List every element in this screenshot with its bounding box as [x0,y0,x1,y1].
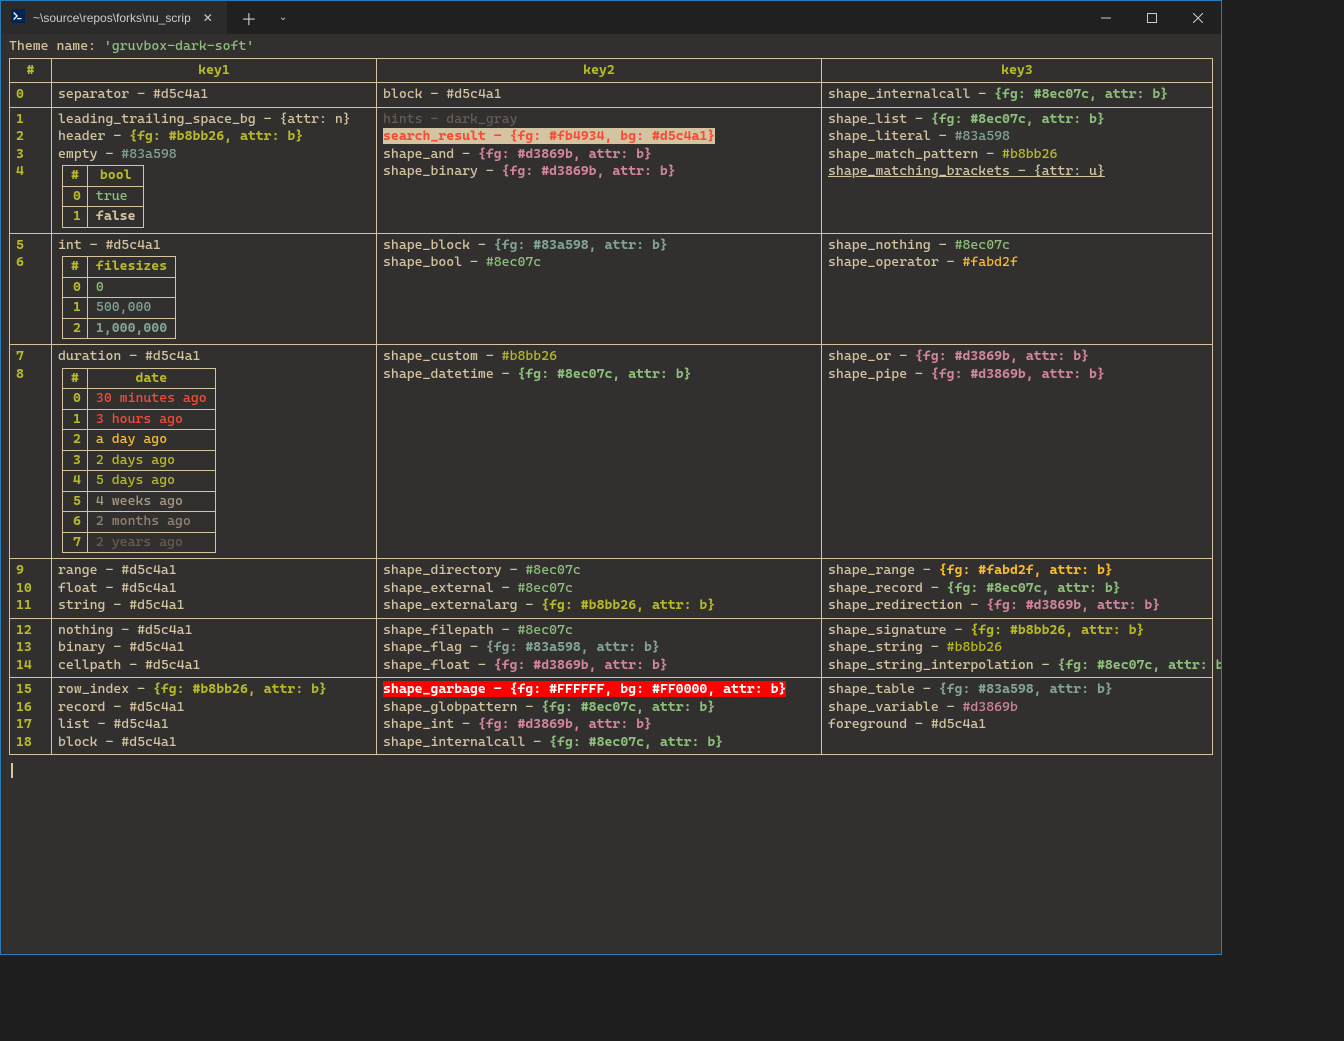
window-controls [1083,1,1221,34]
table-row: 0separator - #d5c4a1block - #d5c4a1shape… [10,83,1213,108]
table-row: 1500,000 [63,298,176,319]
bool-subtable: #bool0true1false [62,165,144,228]
cell-k2: shape_block - {fg: #83a598, attr: b}shap… [377,233,822,345]
cell-k3: shape_table - {fg: #83a598, attr: b}shap… [822,678,1213,755]
table-row: 030 minutes ago [63,389,216,410]
row-index: 15161718 [10,678,52,755]
powershell-icon [11,9,25,26]
close-button[interactable] [1175,1,1221,34]
header-key1: key1 [52,58,377,83]
cell-k3: shape_range - {fg: #fabd2f, attr: b}shap… [822,559,1213,619]
table-row: 56int - #d5c4a1#filesizes001500,00021,00… [10,233,1213,345]
table-row: 32 days ago [63,450,216,471]
table-row: 0true [63,186,144,207]
tab-dropdown-button[interactable]: ⌄ [271,12,295,23]
cell-k3: shape_or - {fg: #d3869b, attr: b}shape_p… [822,345,1213,559]
table-row: 2a day ago [63,430,216,451]
row-index: 121314 [10,618,52,678]
cell-k1: separator - #d5c4a1 [52,83,377,108]
header-key3: key3 [822,58,1213,83]
tab-close-button[interactable]: ✕ [199,9,217,27]
new-tab-button[interactable]: ＋ [227,6,271,30]
cell-k1: int - #d5c4a1#filesizes001500,00021,000,… [52,233,377,345]
cell-k2: shape_directory - #8ec07cshape_external … [377,559,822,619]
terminal-tab[interactable]: ~\source\repos\forks\nu_scrip ✕ [1,1,227,34]
theme-table: # key1 key2 key3 0separator - #d5c4a1blo… [9,58,1213,756]
table-row: 00 [63,277,176,298]
cell-k1: duration - #d5c4a1#date030 minutes ago13… [52,345,377,559]
table-row: 1false [63,207,144,228]
cell-k3: shape_list - {fg: #8ec07c, attr: b}shape… [822,107,1213,233]
filesize-subtable: #filesizes001500,00021,000,000 [62,256,176,339]
cell-k2: shape_custom - #b8bb26shape_datetime - {… [377,345,822,559]
theme-value: 'gruvbox-dark-soft' [104,38,254,54]
table-row: 121314nothing - #d5c4a1binary - #d5c4a1c… [10,618,1213,678]
cell-k1: leading_trailing_space_bg - {attr: n}hea… [52,107,377,233]
cell-k3: shape_signature - {fg: #b8bb26, attr: b}… [822,618,1213,678]
row-index: 0 [10,83,52,108]
row-index: 78 [10,345,52,559]
cell-k2: shape_garbage - {fg: #FFFFFF, bg: #FF000… [377,678,822,755]
cell-k2: hints - dark_graysearch_result - {fg: #f… [377,107,822,233]
cell-k2: shape_filepath - #8ec07cshape_flag - {fg… [377,618,822,678]
cell-k1: row_index - {fg: #b8bb26, attr: b}record… [52,678,377,755]
table-row: 78duration - #d5c4a1#date030 minutes ago… [10,345,1213,559]
table-row: 1234leading_trailing_space_bg - {attr: n… [10,107,1213,233]
maximize-button[interactable] [1129,1,1175,34]
cell-k1: range - #d5c4a1float - #d5c4a1string - #… [52,559,377,619]
minimize-button[interactable] [1083,1,1129,34]
table-row: 54 weeks ago [63,491,216,512]
table-row: 91011range - #d5c4a1float - #d5c4a1strin… [10,559,1213,619]
row-index: 56 [10,233,52,345]
theme-label: Theme name: [9,38,104,54]
cell-k1: nothing - #d5c4a1binary - #d5c4a1cellpat… [52,618,377,678]
terminal-cursor [9,755,1213,784]
row-index: 1234 [10,107,52,233]
cell-k3: shape_internalcall - {fg: #8ec07c, attr:… [822,83,1213,108]
titlebar: ~\source\repos\forks\nu_scrip ✕ ＋ ⌄ [1,1,1221,34]
theme-name-line: Theme name: 'gruvbox-dark-soft' [9,38,1213,56]
cell-k2: block - #d5c4a1 [377,83,822,108]
table-row: 72 years ago [63,532,216,553]
terminal-output[interactable]: Theme name: 'gruvbox-dark-soft' # key1 k… [1,34,1221,954]
header-key2: key2 [377,58,822,83]
table-row: 45 days ago [63,471,216,492]
table-row: 13 hours ago [63,409,216,430]
date-subtable: #date030 minutes ago13 hours ago2a day a… [62,368,216,554]
table-row: 15161718row_index - {fg: #b8bb26, attr: … [10,678,1213,755]
row-index: 91011 [10,559,52,619]
cell-k3: shape_nothing - #8ec07cshape_operator - … [822,233,1213,345]
header-index: # [10,58,52,83]
window-frame: ~\source\repos\forks\nu_scrip ✕ ＋ ⌄ Them… [0,0,1222,955]
table-row: 21,000,000 [63,318,176,339]
table-row: 62 months ago [63,512,216,533]
tab-title: ~\source\repos\forks\nu_scrip [33,11,191,25]
